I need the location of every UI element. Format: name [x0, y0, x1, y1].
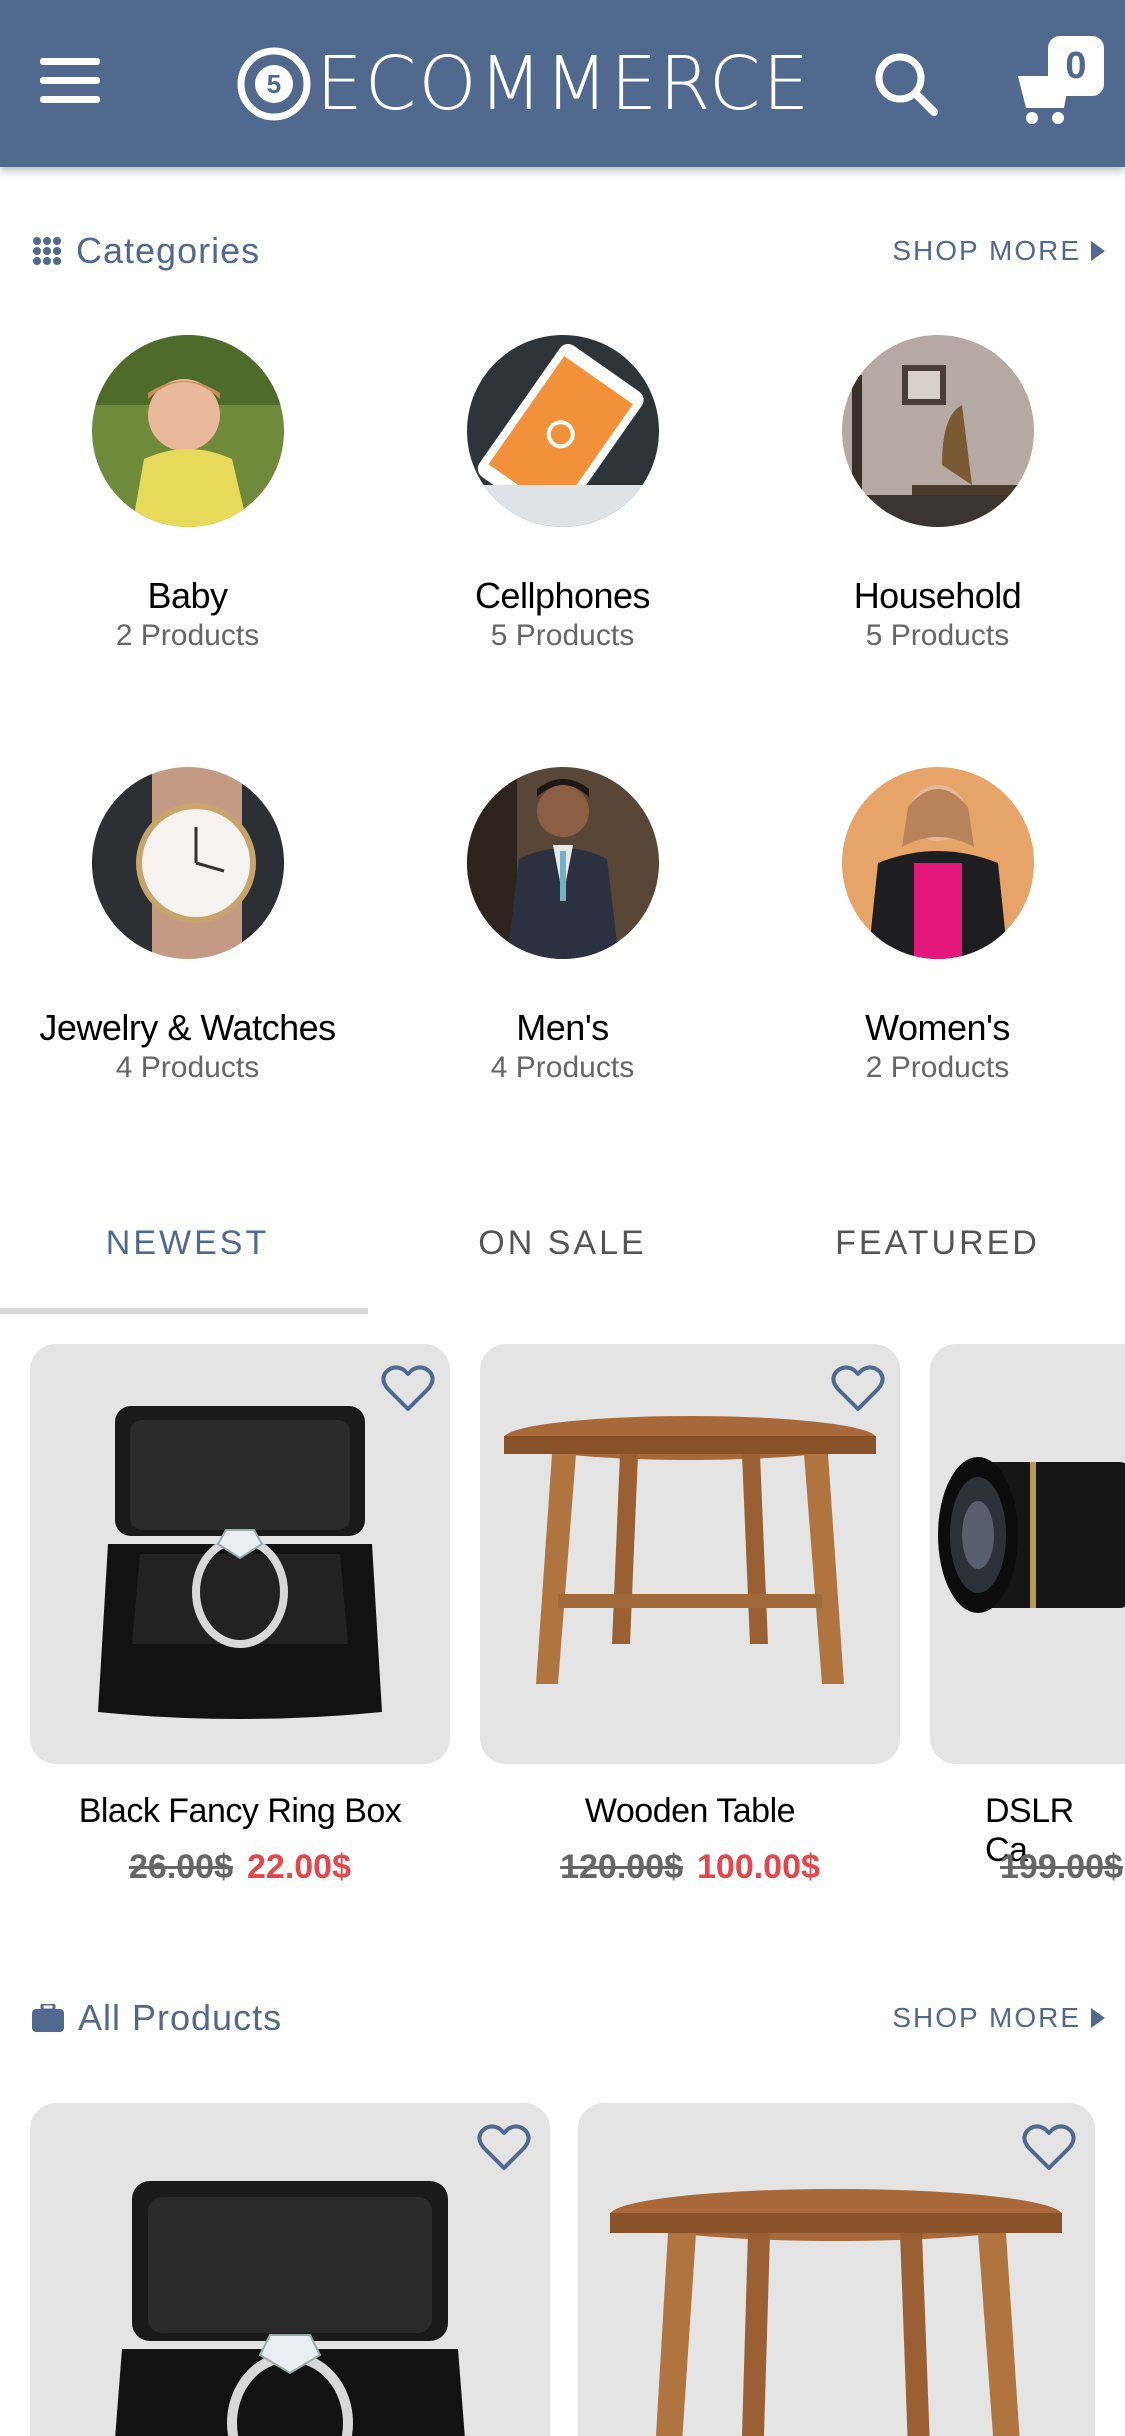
all-products-title: All Products	[32, 1997, 282, 2039]
product-card-wooden-table[interactable]	[480, 1344, 900, 1764]
sale-price: 100.00$	[697, 1848, 820, 1886]
product-prices: 199.00$	[1000, 1848, 1125, 1887]
search-icon	[875, 53, 938, 116]
briefcase-icon	[32, 2004, 64, 2032]
app-logo: 5 ECOMMERCE	[236, 46, 811, 122]
product-tabs: NEWEST ON SALE FEATURED	[0, 1200, 1125, 1315]
product-card-wooden-table[interactable]	[578, 2103, 1095, 2436]
favorite-button[interactable]	[830, 1362, 886, 1414]
category-cellphones[interactable]: Cellphones 5 Products	[375, 335, 750, 653]
category-count: 4 Products	[490, 1051, 635, 1084]
all-products-title-text: All Products	[78, 1997, 283, 2038]
shop-more-label: SHOP MORE	[892, 2002, 1081, 2033]
logo-badge-icon: 5	[236, 46, 312, 122]
category-jewelry-watches[interactable]: Jewelry & Watches 4 Products	[0, 767, 375, 1085]
product-card-ring-box[interactable]	[30, 1344, 450, 1764]
grid-icon	[32, 236, 62, 266]
category-baby[interactable]: Baby 2 Products	[0, 335, 375, 653]
logo-text: ECOMMERCE	[316, 41, 812, 127]
menu-icon-line	[40, 77, 100, 84]
product-card-ring-box[interactable]	[30, 2103, 550, 2436]
category-name: Women's	[865, 1007, 1010, 1048]
tab-indicator	[0, 1308, 368, 1314]
category-count: 4 Products	[115, 1051, 260, 1084]
category-household[interactable]: Household 5 Products	[750, 335, 1125, 653]
category-image-mens	[466, 767, 659, 959]
category-image-womens	[841, 767, 1034, 959]
product-name: Wooden Table	[584, 1792, 796, 1830]
product-prices: 26.00$ 22.00$	[30, 1848, 450, 1887]
favorite-button[interactable]	[380, 1362, 436, 1414]
app-bar: 5 ECOMMERCE 0	[0, 0, 1125, 167]
categories-title: Categories	[32, 230, 260, 272]
category-count: 5 Products	[865, 619, 1010, 652]
category-name: Men's	[516, 1007, 609, 1048]
product-name: Black Fancy Ring Box	[78, 1792, 402, 1830]
category-name: Jewelry & Watches	[39, 1007, 336, 1048]
search-button[interactable]	[870, 48, 942, 120]
categories-header: Categories SHOP MORE	[32, 226, 1105, 276]
categories-title-text: Categories	[76, 230, 261, 271]
category-mens[interactable]: Men's 4 Products	[375, 767, 750, 1085]
svg-text:5: 5	[267, 69, 281, 99]
categories-shop-more-link[interactable]: SHOP MORE	[892, 235, 1105, 267]
heart-icon	[831, 1365, 885, 1411]
tab-newest[interactable]: NEWEST	[0, 1200, 375, 1315]
favorite-button[interactable]	[1021, 2121, 1077, 2173]
heart-icon	[1022, 2124, 1076, 2170]
category-count: 2 Products	[115, 619, 260, 652]
favorite-button[interactable]	[476, 2121, 532, 2173]
category-image-household	[841, 335, 1034, 527]
all-products-shop-more-link[interactable]: SHOP MORE	[892, 2002, 1105, 2034]
category-image-baby	[91, 335, 284, 527]
category-name: Household	[853, 575, 1022, 616]
sale-price: 22.00$	[247, 1848, 351, 1886]
cart-count-badge: 0	[1048, 36, 1104, 96]
cart-button[interactable]: 0	[1010, 36, 1110, 126]
caret-right-icon	[1091, 241, 1105, 261]
tab-featured[interactable]: FEATURED	[750, 1200, 1125, 1315]
heart-icon	[381, 1365, 435, 1411]
shop-more-label: SHOP MORE	[892, 235, 1081, 266]
heart-icon	[477, 2124, 531, 2170]
category-name: Baby	[147, 575, 228, 616]
product-image-wooden-table	[610, 2189, 1062, 2436]
old-price: 26.00$	[129, 1848, 233, 1886]
all-products-header: All Products SHOP MORE	[32, 1993, 1105, 2043]
category-image-jewelry-watches	[91, 767, 284, 959]
category-womens[interactable]: Women's 2 Products	[750, 767, 1125, 1085]
menu-icon-line	[40, 58, 100, 65]
tab-on-sale[interactable]: ON SALE	[375, 1200, 750, 1315]
old-price: 199.00$	[1000, 1848, 1123, 1886]
category-count: 2 Products	[865, 1051, 1010, 1084]
menu-icon-line	[40, 96, 100, 103]
category-image-cellphones	[466, 335, 659, 527]
product-prices: 120.00$ 100.00$	[480, 1848, 900, 1887]
product-image-dslr	[938, 1457, 1125, 1613]
product-image-ring-box	[115, 2181, 465, 2436]
caret-right-icon	[1091, 2008, 1105, 2028]
product-card-dslr[interactable]	[930, 1344, 1125, 1764]
old-price: 120.00$	[560, 1848, 683, 1886]
category-count: 5 Products	[490, 619, 635, 652]
category-name: Cellphones	[474, 575, 651, 616]
menu-button[interactable]	[40, 58, 100, 104]
